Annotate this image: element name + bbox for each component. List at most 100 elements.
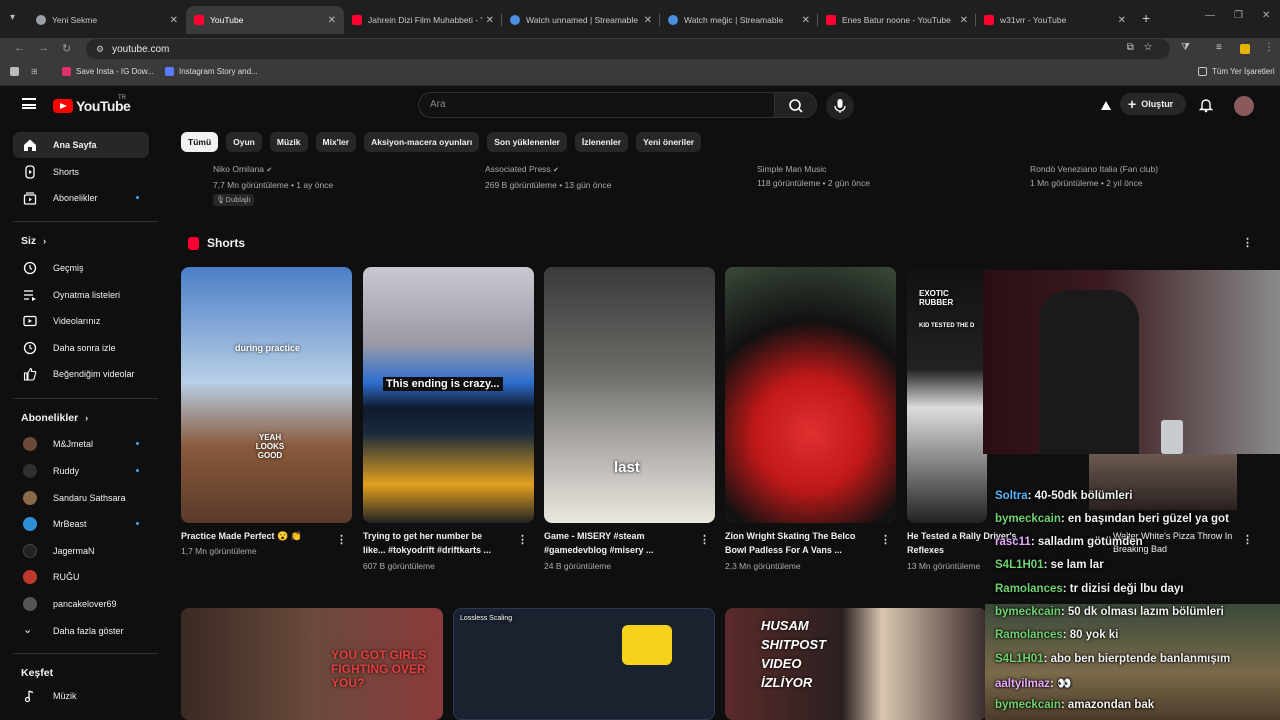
sidebar-subscriptions-heading[interactable]: Abonelikler › xyxy=(21,412,88,424)
omnibox[interactable]: ⚙ youtube.com ⧉☆ xyxy=(86,39,1170,59)
channel-name[interactable]: Associated Press ✔ xyxy=(485,162,611,178)
shelf-menu-icon[interactable]: ⋮ xyxy=(1242,236,1253,249)
cast-icon[interactable] xyxy=(1098,98,1114,114)
short-menu-icon[interactable]: ⋮ xyxy=(517,533,528,546)
sidebar-sub-mjmetal[interactable]: M&Jmetal xyxy=(13,431,149,457)
close-tab-icon[interactable]: ✕ xyxy=(170,15,178,26)
search-input[interactable]: Ara xyxy=(418,92,775,118)
tab-enes-batur[interactable]: Enes Batur noone - YouTube ✕ xyxy=(818,6,976,34)
sidebar-item-shorts[interactable]: Shorts xyxy=(13,159,149,185)
sidebar-item-history[interactable]: Geçmiş xyxy=(13,255,149,281)
chip-new-to-you[interactable]: Yeni öneriler xyxy=(636,132,702,152)
region-code: TR xyxy=(118,95,126,101)
sidebar-show-more[interactable]: ⌄ Daha fazla göster xyxy=(13,618,149,644)
voice-search-button[interactable] xyxy=(826,92,854,120)
profile-ext-icon[interactable] xyxy=(1240,44,1250,54)
short-thumbnail[interactable]: This ending is crazy... xyxy=(363,267,534,523)
chip-watched[interactable]: İzlenenler xyxy=(574,132,629,152)
chip-music[interactable]: Müzik xyxy=(269,132,308,152)
sidebar-item-home[interactable]: Ana Sayfa xyxy=(13,132,149,158)
reload-icon[interactable]: ↻ xyxy=(62,42,71,55)
site-info-icon[interactable]: ⚙ xyxy=(96,44,104,55)
all-bookmarks[interactable]: Tüm Yer İşaretleri xyxy=(1198,67,1275,76)
sidebar-item-playlists[interactable]: Oynatma listeleri xyxy=(13,282,149,308)
tab-youtube[interactable]: YouTube ✕ xyxy=(186,6,344,34)
video-thumbnail[interactable]: Lossless Scaling xyxy=(453,608,715,720)
channel-name[interactable]: Rondò Veneziano Italia (Fan club) xyxy=(1030,162,1158,176)
tab-title: Watch meğic | Streamable xyxy=(684,15,784,25)
chip-all[interactable]: Tümü xyxy=(181,132,219,152)
chip-recently-uploaded[interactable]: Son yüklenenler xyxy=(487,132,567,152)
sidebar-sub-jagerman[interactable]: JagermaN xyxy=(13,538,149,564)
shorts-shelf-title: Shorts xyxy=(188,236,245,250)
tab-w31vrr[interactable]: w31vrr - YouTube ✕ xyxy=(976,6,1134,34)
short-thumbnail[interactable]: during practice YEAH LOOKS GOOD xyxy=(181,267,352,523)
extensions-icon[interactable]: ⧩ xyxy=(1181,42,1190,53)
sidebar-sub-mrbeast[interactable]: MrBeast xyxy=(13,511,149,537)
channel-name[interactable]: Niko Omilana ✔ xyxy=(213,162,333,178)
hamburger-menu-icon[interactable] xyxy=(22,98,36,109)
video-thumbnail[interactable]: HUSAM SHITPOST VIDEO İZLİYOR xyxy=(725,608,987,720)
close-window-icon[interactable]: ✕ xyxy=(1262,10,1270,21)
sidebar-item-your-videos[interactable]: Videolarınız xyxy=(13,308,149,334)
bookmark-instagram-story[interactable]: Instagram Story and... xyxy=(165,67,258,76)
account-avatar[interactable] xyxy=(1234,96,1254,116)
short-thumbnail[interactable]: last xyxy=(544,267,715,523)
new-tab-button[interactable]: + xyxy=(1142,10,1150,26)
tab-jahrein[interactable]: Jahrein Dizi Film Muhabbeti - Y ✕ xyxy=(344,6,502,34)
tab-search-icon[interactable]: ▾ xyxy=(10,12,15,23)
short-thumbnail[interactable]: EXOTIC RUBBER KID TESTED THE D xyxy=(907,267,987,523)
sidebar-you-heading[interactable]: Siz › xyxy=(21,235,46,247)
short-title[interactable]: Game - MISERY #steam #gamedevblog #misery… xyxy=(544,529,694,557)
short-menu-icon[interactable]: ⋮ xyxy=(336,533,347,546)
shorts-logo-icon xyxy=(188,236,199,250)
bookmark-star-icon[interactable]: ☆ xyxy=(1144,42,1162,53)
tab-title: Yeni Sekme xyxy=(52,15,98,25)
chip-action-adventure[interactable]: Aksiyon-macera oyunları xyxy=(364,132,480,152)
sidebar-item-liked-videos[interactable]: Beğendiğim videolar xyxy=(13,361,149,387)
bookmark-save-insta[interactable]: Save Insta - IG Dow... xyxy=(62,67,154,76)
tab-streamable-unnamed[interactable]: Watch unnamed | Streamable ✕ xyxy=(502,6,660,34)
short-title[interactable]: Zion Wright Skating The Belco Bowl Padles… xyxy=(725,529,875,557)
short-menu-icon[interactable]: ⋮ xyxy=(880,533,891,546)
maximize-icon[interactable]: ❐ xyxy=(1234,10,1243,21)
tab-yeni-sekme[interactable]: Yeni Sekme ✕ xyxy=(28,6,186,34)
install-icon[interactable]: ⧉ xyxy=(1127,42,1144,53)
tab-streamable-megic[interactable]: Watch meğic | Streamable ✕ xyxy=(660,6,818,34)
youtube-logo[interactable]: YouTube TR xyxy=(53,95,131,114)
video-thumbnail[interactable]: YOU GOT GIRLS FIGHTING OVER YOU? xyxy=(181,608,443,720)
close-tab-icon[interactable]: ✕ xyxy=(1118,15,1126,26)
close-tab-icon[interactable]: ✕ xyxy=(486,15,494,26)
channel-name[interactable]: Simple Man Music xyxy=(757,162,870,176)
chip-mixes[interactable]: Mix'ler xyxy=(315,132,357,152)
sidebar-item-subscriptions[interactable]: Abonelikler xyxy=(13,185,149,211)
sidebar-item-watch-later[interactable]: Daha sonra izle xyxy=(13,335,149,361)
sidebar-sub-ruddy[interactable]: Ruddy xyxy=(13,458,149,484)
short-thumbnail[interactable] xyxy=(725,267,896,523)
short-title[interactable]: Practice Made Perfect 😮 👏 xyxy=(181,529,331,543)
close-tab-icon[interactable]: ✕ xyxy=(802,15,810,26)
forward-icon[interactable]: → xyxy=(38,42,49,54)
sidebar-sub-rugu[interactable]: RUĞU xyxy=(13,564,149,590)
media-icon[interactable]: ≡ xyxy=(1216,42,1222,53)
search-button[interactable] xyxy=(775,92,817,118)
sidebar-sub-sandaru[interactable]: Sandaru Sathsara xyxy=(13,485,149,511)
url-text: youtube.com xyxy=(112,43,170,55)
bell-icon[interactable] xyxy=(1199,97,1213,113)
sidebar-sub-pancakelover69[interactable]: pancakelover69 xyxy=(13,591,149,617)
back-icon[interactable]: ← xyxy=(14,42,25,54)
grid-icon[interactable]: ⊞ xyxy=(31,67,38,76)
minimize-icon[interactable]: — xyxy=(1205,10,1215,21)
chip-gaming[interactable]: Oyun xyxy=(226,132,262,152)
create-button[interactable]: + Oluştur xyxy=(1120,93,1186,115)
thumbnail-caption: KID TESTED THE D xyxy=(919,323,975,329)
sidebar-item-music[interactable]: Müzik xyxy=(13,683,149,709)
close-tab-icon[interactable]: ✕ xyxy=(644,15,652,26)
close-tab-icon[interactable]: ✕ xyxy=(960,15,968,26)
menu-icon[interactable]: ⋮ xyxy=(1264,42,1274,53)
search-icon xyxy=(789,99,803,113)
apps-icon[interactable] xyxy=(10,67,24,76)
close-tab-icon[interactable]: ✕ xyxy=(328,15,336,26)
short-title[interactable]: Trying to get her number be like... #toky… xyxy=(363,529,513,557)
short-menu-icon[interactable]: ⋮ xyxy=(699,533,710,546)
